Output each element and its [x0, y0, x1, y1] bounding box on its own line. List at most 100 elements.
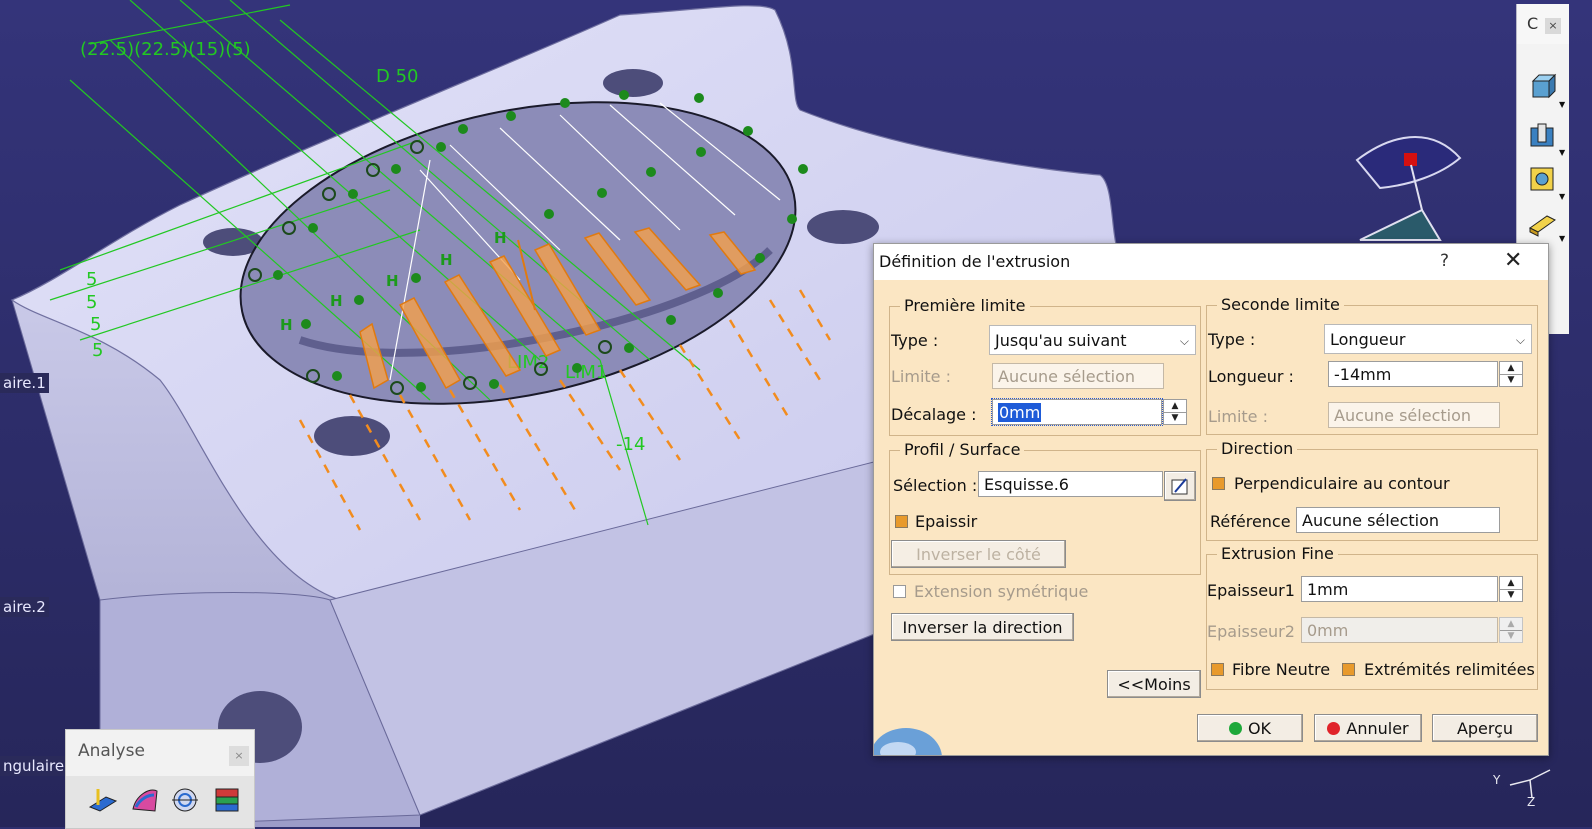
length-spinner[interactable]: ▲ ▼: [1499, 361, 1523, 387]
dialog-title: Définition de l'extrusion: [879, 252, 1071, 271]
second-limit-label: Limite :: [1208, 407, 1268, 426]
reverse-side-button[interactable]: Inverser le côté: [891, 540, 1066, 568]
offset-label: Décalage :: [891, 405, 977, 424]
first-limit-title: Première limite: [900, 296, 1030, 315]
spin-down-icon[interactable]: ▼: [1500, 630, 1522, 642]
sketch-edit-button[interactable]: [1164, 471, 1196, 501]
svg-text:H: H: [386, 272, 399, 290]
cancel-label: Annuler: [1346, 719, 1409, 738]
thickness1-label: Epaisseur1 :: [1207, 581, 1306, 600]
cancel-button[interactable]: Annuler: [1314, 714, 1422, 742]
analysis-thickness-icon[interactable]: [212, 785, 242, 815]
spin-down-icon[interactable]: ▼: [1500, 374, 1522, 386]
selection-label: Sélection :: [893, 476, 978, 495]
pad-tool-icon[interactable]: [1527, 72, 1557, 102]
offset-field[interactable]: 0mm: [991, 398, 1163, 426]
svg-text:Z: Z: [1527, 795, 1535, 809]
offset-value: 0mm: [998, 403, 1042, 422]
hole: [807, 210, 879, 244]
svg-text:5: 5: [86, 292, 97, 313]
toolbar-close-button[interactable]: ×: [1545, 18, 1561, 34]
toolbar-header-label: C: [1527, 14, 1539, 33]
tree-node-label[interactable]: ngulaire.: [0, 756, 72, 776]
second-type-select[interactable]: Longueur ⌵: [1324, 324, 1532, 354]
tree-node-label[interactable]: aire.1: [0, 373, 49, 393]
spin-down-icon[interactable]: ▼: [1164, 412, 1186, 424]
thickness1-field[interactable]: 1mm: [1301, 576, 1498, 602]
svg-text:H: H: [330, 292, 343, 310]
svg-text:5: 5: [90, 314, 101, 335]
help-button[interactable]: ?: [1440, 251, 1449, 271]
hole-tool-icon[interactable]: [1527, 208, 1557, 238]
spin-down-icon[interactable]: ▼: [1500, 589, 1522, 601]
ok-button[interactable]: OK: [1197, 714, 1303, 742]
dimension-label: D 50: [376, 66, 419, 87]
profile-group-title: Profil / Surface: [900, 440, 1025, 459]
thickness2-spinner[interactable]: ▲ ▼: [1499, 617, 1523, 643]
extrusion-dialog: Définition de l'extrusion ? ✕ Première l…: [873, 243, 1549, 756]
reference-field[interactable]: Aucune sélection: [1296, 507, 1500, 533]
svg-text:H: H: [494, 229, 507, 247]
trimmed-ends-checkbox[interactable]: [1342, 663, 1355, 676]
dialog-titlebar[interactable]: Définition de l'extrusion ? ✕: [874, 244, 1548, 280]
second-type-value: Longueur: [1330, 330, 1406, 349]
selection-field[interactable]: Esquisse.6: [978, 471, 1163, 497]
svg-text:5: 5: [86, 269, 97, 290]
svg-text:LIM1: LIM1: [565, 362, 607, 383]
sketch-edit-icon: [1171, 477, 1188, 494]
first-limit-field[interactable]: Aucune sélection: [992, 363, 1164, 389]
analyse-close-button[interactable]: ×: [229, 746, 249, 766]
thickness2-label: Epaisseur2 :: [1207, 622, 1306, 641]
thicken-checkbox[interactable]: [895, 515, 908, 528]
thin-extrusion-title: Extrusion Fine: [1217, 544, 1338, 563]
analyse-toolbar: Analyse ×: [65, 729, 255, 829]
ok-icon: [1228, 722, 1242, 735]
dimension-label: (22.5)(22.5)(15)(5): [80, 39, 251, 60]
analysis-draft-icon[interactable]: [88, 785, 118, 815]
analysis-thread-icon[interactable]: [170, 785, 200, 815]
second-limit-field[interactable]: Aucune sélection: [1328, 402, 1500, 428]
perpendicular-checkbox[interactable]: [1212, 477, 1225, 490]
reference-label: Référence :: [1210, 512, 1302, 531]
first-type-value: Jusqu'au suivant: [995, 331, 1127, 350]
first-type-label: Type :: [891, 331, 939, 350]
hole: [314, 416, 390, 456]
offset-spinner[interactable]: ▲ ▼: [1163, 399, 1187, 425]
neutral-fiber-checkbox[interactable]: [1211, 663, 1224, 676]
trimmed-ends-label: Extrémités relimitées: [1364, 660, 1535, 679]
tree-node-label[interactable]: aire.2: [0, 597, 49, 617]
reverse-direction-button[interactable]: Inverser la direction: [891, 613, 1074, 641]
thicken-label: Epaissir: [915, 512, 978, 531]
close-button[interactable]: ✕: [1504, 248, 1522, 273]
pocket-tool-icon[interactable]: [1527, 120, 1557, 150]
symmetric-label: Extension symétrique: [914, 582, 1089, 601]
length-label: Longueur :: [1208, 367, 1294, 386]
hole: [603, 69, 663, 97]
svg-text:H: H: [440, 251, 453, 269]
analysis-curvature-icon[interactable]: [130, 785, 160, 815]
first-limit-label: Limite :: [891, 367, 951, 386]
svg-text:-14: -14: [616, 434, 645, 455]
analyse-toolbar-title: Analyse: [78, 741, 145, 761]
shaft-tool-icon[interactable]: [1527, 164, 1557, 194]
ok-label: OK: [1247, 719, 1272, 738]
direction-title: Direction: [1217, 439, 1298, 458]
globe-decoration-icon: [874, 728, 942, 755]
chevron-down-icon: ⌵: [1515, 333, 1525, 347]
second-type-label: Type :: [1208, 330, 1256, 349]
thickness2-field[interactable]: 0mm: [1301, 617, 1498, 643]
first-type-select[interactable]: Jusqu'au suivant ⌵: [989, 325, 1196, 355]
chevron-down-icon: ⌵: [1179, 334, 1189, 348]
preview-button[interactable]: Aperçu: [1432, 714, 1538, 742]
thickness1-spinner[interactable]: ▲ ▼: [1499, 576, 1523, 602]
symmetric-checkbox[interactable]: [893, 585, 906, 598]
cancel-icon: [1327, 722, 1341, 735]
less-button[interactable]: <<Moins: [1107, 670, 1201, 698]
second-limit-title: Seconde limite: [1217, 295, 1344, 314]
svg-text:Y: Y: [1492, 773, 1501, 787]
perpendicular-label: Perpendiculaire au contour: [1234, 474, 1450, 493]
neutral-fiber-label: Fibre Neutre: [1232, 660, 1331, 679]
length-field[interactable]: -14mm: [1328, 361, 1498, 387]
svg-text:H: H: [280, 316, 293, 334]
svg-text:5: 5: [92, 340, 103, 361]
